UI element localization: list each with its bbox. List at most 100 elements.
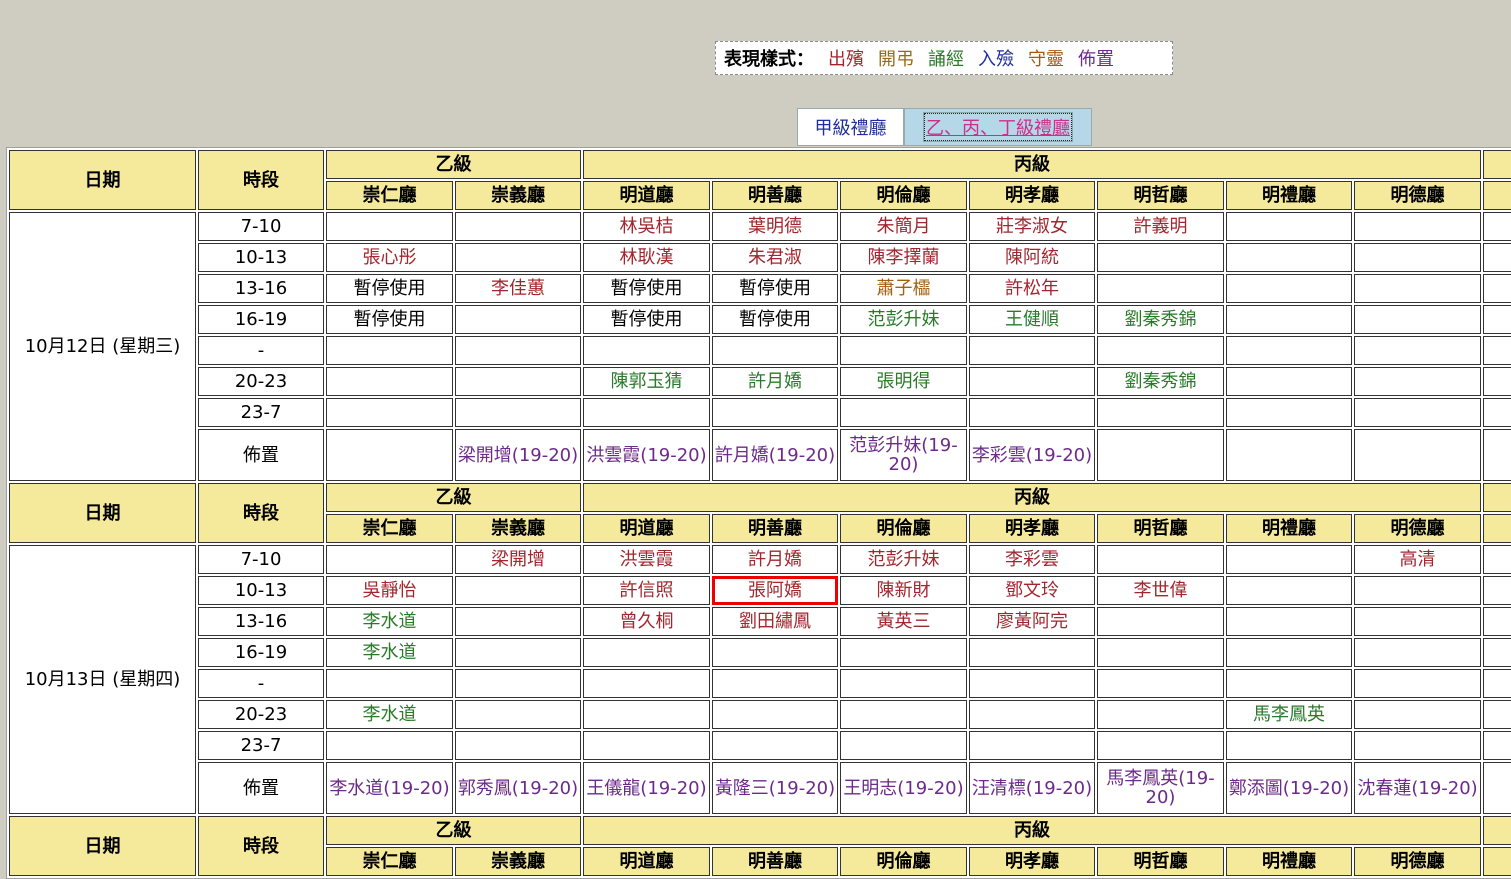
empty-cell [1354,731,1482,760]
booking-cell[interactable]: 高清 [1354,545,1482,574]
booking-cell[interactable]: 劉秦秀錦 [1097,305,1224,334]
booking-cell[interactable]: 王儀龍(19-20) [583,762,710,814]
booking-cell[interactable]: 李世偉 [1097,576,1224,605]
booking-cell[interactable]: 陳新財 [840,576,967,605]
booking-cell[interactable]: 張阿嬌 [712,576,838,605]
header-group-yi: 乙級 [326,483,581,512]
header-group-bing: 丙級 [583,816,1482,845]
booking-cell[interactable]: 暫停使用 [712,305,838,334]
header-hall: 崇義廳 [455,181,581,210]
booking-cell[interactable]: 陳李擇蘭 [840,243,967,272]
booking-cell[interactable]: 吳靜怡 [326,576,453,605]
booking-cell[interactable]: 李水道(19-20) [326,762,453,814]
booking-cell[interactable]: 梁開增(19-20) [455,429,581,481]
booking-cell[interactable]: 陳阿統 [969,243,1095,272]
booking-cell[interactable]: 許月嬌 [712,545,838,574]
schedule-row: 10-13 張心彤 林耿漢 朱君淑 陳李擇蘭 陳阿統 [9,243,1511,272]
booking-cell[interactable]: 李水道 [326,638,453,667]
schedule-row: 10-13 吳靜怡 許信照 張阿嬌 陳新財 鄧文玲 李世偉 [9,576,1511,605]
booking-cell[interactable]: 范彭升妹 [840,545,967,574]
booking-cell[interactable]: 暫停使用 [326,305,453,334]
next-hall-cell [1483,731,1511,760]
booking-cell[interactable]: 洪雲霞 [583,545,710,574]
booking-cell[interactable]: 劉秦秀錦 [1097,367,1224,396]
booking-cell[interactable]: 朱君淑 [712,243,838,272]
booking-cell[interactable]: 黃隆三(19-20) [712,762,838,814]
booking-cell[interactable]: 蕭子櫺 [840,274,967,303]
booking-cell[interactable]: 許信照 [583,576,710,605]
booking-cell[interactable]: 李水道 [326,700,453,729]
empty-cell [1097,731,1224,760]
tab-class-bcd-halls[interactable]: 乙、丙、丁級禮廳 [904,108,1092,146]
empty-cell [1097,700,1224,729]
header-hall: 明善廳 [712,514,838,543]
header-hall: 崇仁廳 [326,514,453,543]
schedule-row: 佈置 李水道(19-20) 郭秀鳳(19-20) 王儀龍(19-20) 黃隆三(19-2… [9,762,1511,814]
booking-cell[interactable]: 陳郭玉猜 [583,367,710,396]
header-hall: 明禮廳 [1226,181,1352,210]
empty-cell [1354,669,1482,698]
booking-cell[interactable]: 許松年 [969,274,1095,303]
booking-cell[interactable]: 郭秀鳳(19-20) [455,762,581,814]
booking-cell[interactable]: 李水道 [326,607,453,636]
booking-cell[interactable]: 暫停使用 [583,274,710,303]
next-hall-cell [1483,367,1511,396]
booking-cell[interactable]: 許月嬌(19-20) [712,429,838,481]
booking-cell[interactable]: 許義明 [1097,212,1224,241]
booking-cell[interactable]: 李彩雲(19-20) [969,429,1095,481]
booking-cell[interactable]: 馬李鳳英(19-20) [1097,762,1224,814]
date-cell: 10月12日 (星期三) [9,212,196,481]
booking-cell[interactable]: 馬李鳳英 [1226,700,1352,729]
booking-cell[interactable]: 梁開增 [455,545,581,574]
booking-cell[interactable]: 葉明德 [712,212,838,241]
header-hall: 崇義廳 [455,847,581,876]
booking-cell[interactable]: 李彩雲 [969,545,1095,574]
booking-cell[interactable]: 汪清標(19-20) [969,762,1095,814]
header-group-row: 日期 時段 乙級 丙級 [9,816,1511,876]
empty-cell [455,576,581,605]
schedule-row: 10月13日 (星期四) 7-10 梁開增 洪雲霞 許月嬌 范彭升妹 李彩雲 高清 [9,545,1511,814]
booking-cell[interactable]: 暫停使用 [712,274,838,303]
booking-cell[interactable]: 王明志(19-20) [840,762,967,814]
booking-cell[interactable]: 范彭升妹 [840,305,967,334]
empty-cell [840,669,967,698]
booking-cell[interactable]: 范彭升妹(19-20) [840,429,967,481]
booking-cell[interactable]: 朱簡月 [840,212,967,241]
booking-cell[interactable]: 許月嬌 [712,367,838,396]
legend-item-chanting: 誦經 [928,49,964,70]
booking-cell[interactable]: 暫停使用 [583,305,710,334]
booking-cell[interactable]: 暫停使用 [326,274,453,303]
empty-cell [326,212,453,241]
booking-cell[interactable]: 林吳桔 [583,212,710,241]
empty-cell [840,398,967,427]
booking-cell[interactable]: 林耿漢 [583,243,710,272]
booking-cell[interactable]: 張明得 [840,367,967,396]
booking-cell[interactable]: 王健順 [969,305,1095,334]
empty-cell [455,336,581,365]
booking-cell[interactable]: 張心彤 [326,243,453,272]
booking-cell[interactable]: 鄭添圖(19-20) [1226,762,1352,814]
empty-cell [1226,638,1352,667]
booking-cell[interactable]: 鄧文玲 [969,576,1095,605]
empty-cell [326,731,453,760]
empty-cell [326,398,453,427]
booking-cell[interactable]: 沈春蓮(19-20) [1354,762,1482,814]
schedule-row: 23-7 [9,731,1511,760]
header-slot: 時段 [198,483,324,543]
booking-cell[interactable]: 劉田繡鳳 [712,607,838,636]
slot-cell: 23-7 [198,398,324,427]
header-hall: 崇義廳 [455,514,581,543]
slot-cell: 7-10 [198,545,324,574]
booking-cell[interactable]: 廖黃阿完 [969,607,1095,636]
empty-cell [840,638,967,667]
empty-cell [1226,607,1352,636]
tab-class-a-halls[interactable]: 甲級禮廳 [797,108,904,146]
booking-cell[interactable]: 曾久桐 [583,607,710,636]
booking-cell[interactable]: 洪雲霞(19-20) [583,429,710,481]
schedule-row: 10月12日 (星期三) 7-10 林吳桔 葉明德 朱簡月 莊李淑女 許義明 [9,212,1511,481]
booking-cell[interactable]: 黃英三 [840,607,967,636]
booking-cell[interactable]: 莊李淑女 [969,212,1095,241]
empty-cell [583,669,710,698]
booking-cell[interactable]: 李佳蕙 [455,274,581,303]
next-hall-cell [1483,545,1511,574]
